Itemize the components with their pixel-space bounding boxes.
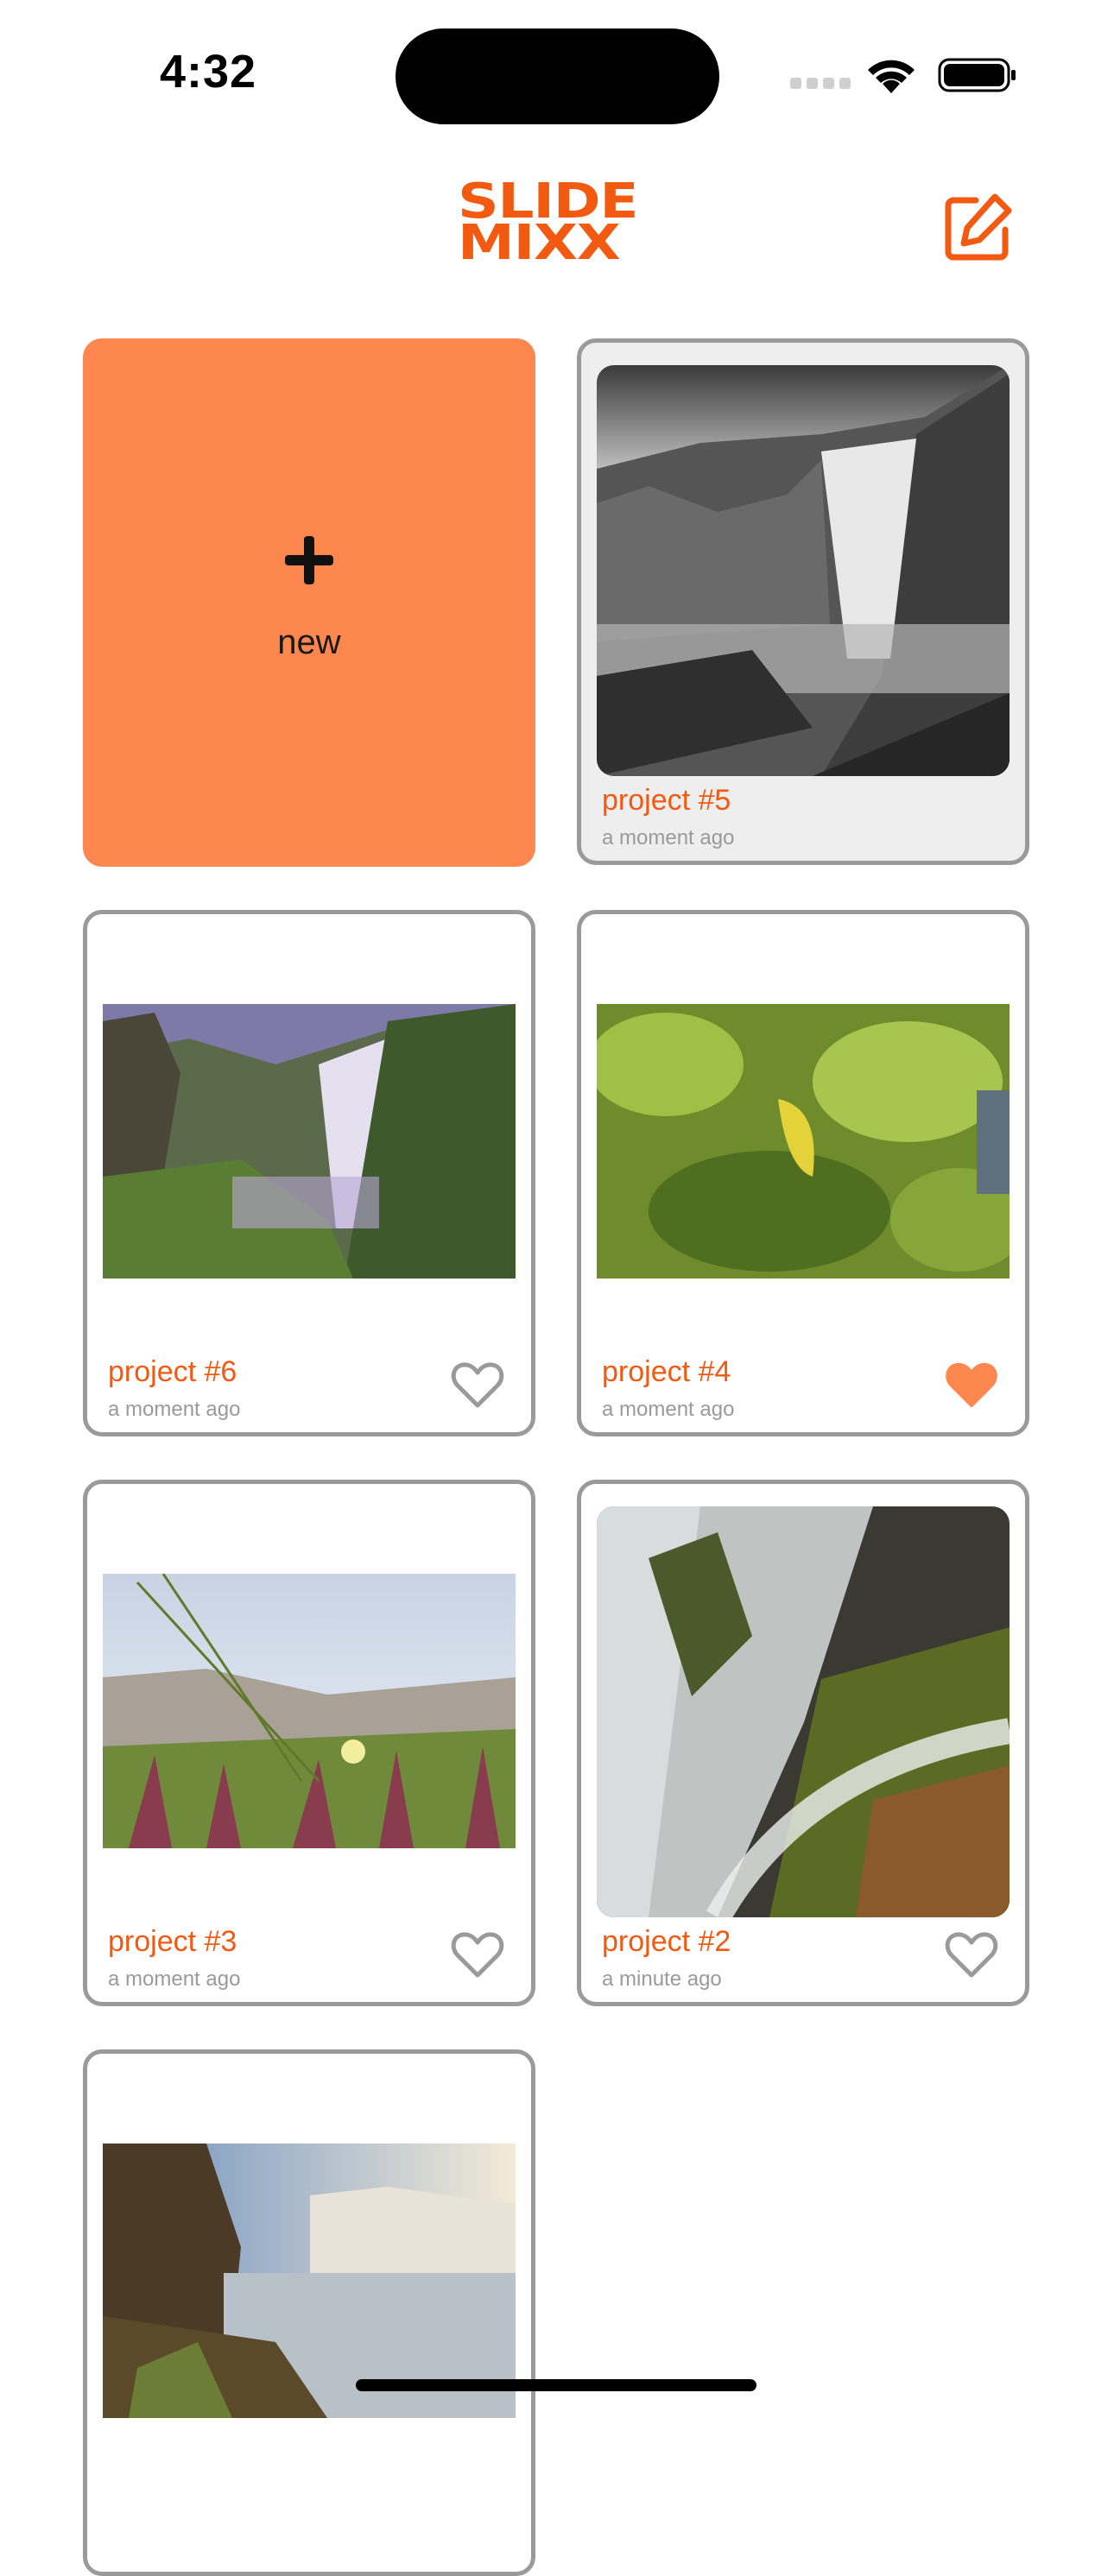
edit-icon[interactable] [941,190,1016,264]
project-thumbnail [103,2144,516,2418]
slidemix-logo: SLIDE MIXX [458,174,639,271]
project-thumbnail [103,1574,516,1848]
project-thumbnail [597,1506,1010,1917]
status-time: 4:32 [160,46,257,98]
project-thumbnail [103,1004,516,1279]
project-card[interactable] [83,2049,535,2576]
project-timestamp: a minute ago [602,1967,722,1991]
heart-outline-icon[interactable] [450,1929,505,1980]
cellular-signal-icon [790,78,856,93]
project-card[interactable]: project #6 a moment ago [83,910,535,1436]
project-timestamp: a moment ago [602,1398,735,1421]
project-card[interactable]: project #5 a moment ago [577,338,1029,865]
battery-icon [938,58,1016,92]
heart-outline-icon[interactable] [944,1929,999,1980]
project-thumbnail [597,1004,1010,1279]
project-title: project #2 [602,1925,731,1958]
project-card[interactable]: project #2 a minute ago [577,1480,1029,2006]
project-title: project #6 [108,1355,237,1388]
wifi-icon [868,60,915,93]
dynamic-island [396,28,719,124]
heart-outline-icon[interactable] [450,1359,505,1411]
app-header: SLIDE MIXX [0,173,1114,285]
project-timestamp: a moment ago [602,826,735,849]
home-indicator[interactable] [356,2379,756,2391]
project-card[interactable]: project #3 a moment ago [83,1480,535,2006]
project-card[interactable]: project #4 a moment ago [577,910,1029,1436]
project-timestamp: a moment ago [108,1967,241,1991]
new-label: new [277,623,341,661]
heart-filled-icon[interactable] [944,1359,999,1411]
project-timestamp: a moment ago [108,1398,241,1421]
project-thumbnail [597,365,1010,776]
project-title: project #3 [108,1925,237,1958]
project-title: project #5 [602,784,731,817]
new-project-button[interactable]: new [83,338,535,867]
status-bar: 4:32 [0,0,1114,147]
plus-icon [285,536,333,584]
project-title: project #4 [602,1355,731,1388]
